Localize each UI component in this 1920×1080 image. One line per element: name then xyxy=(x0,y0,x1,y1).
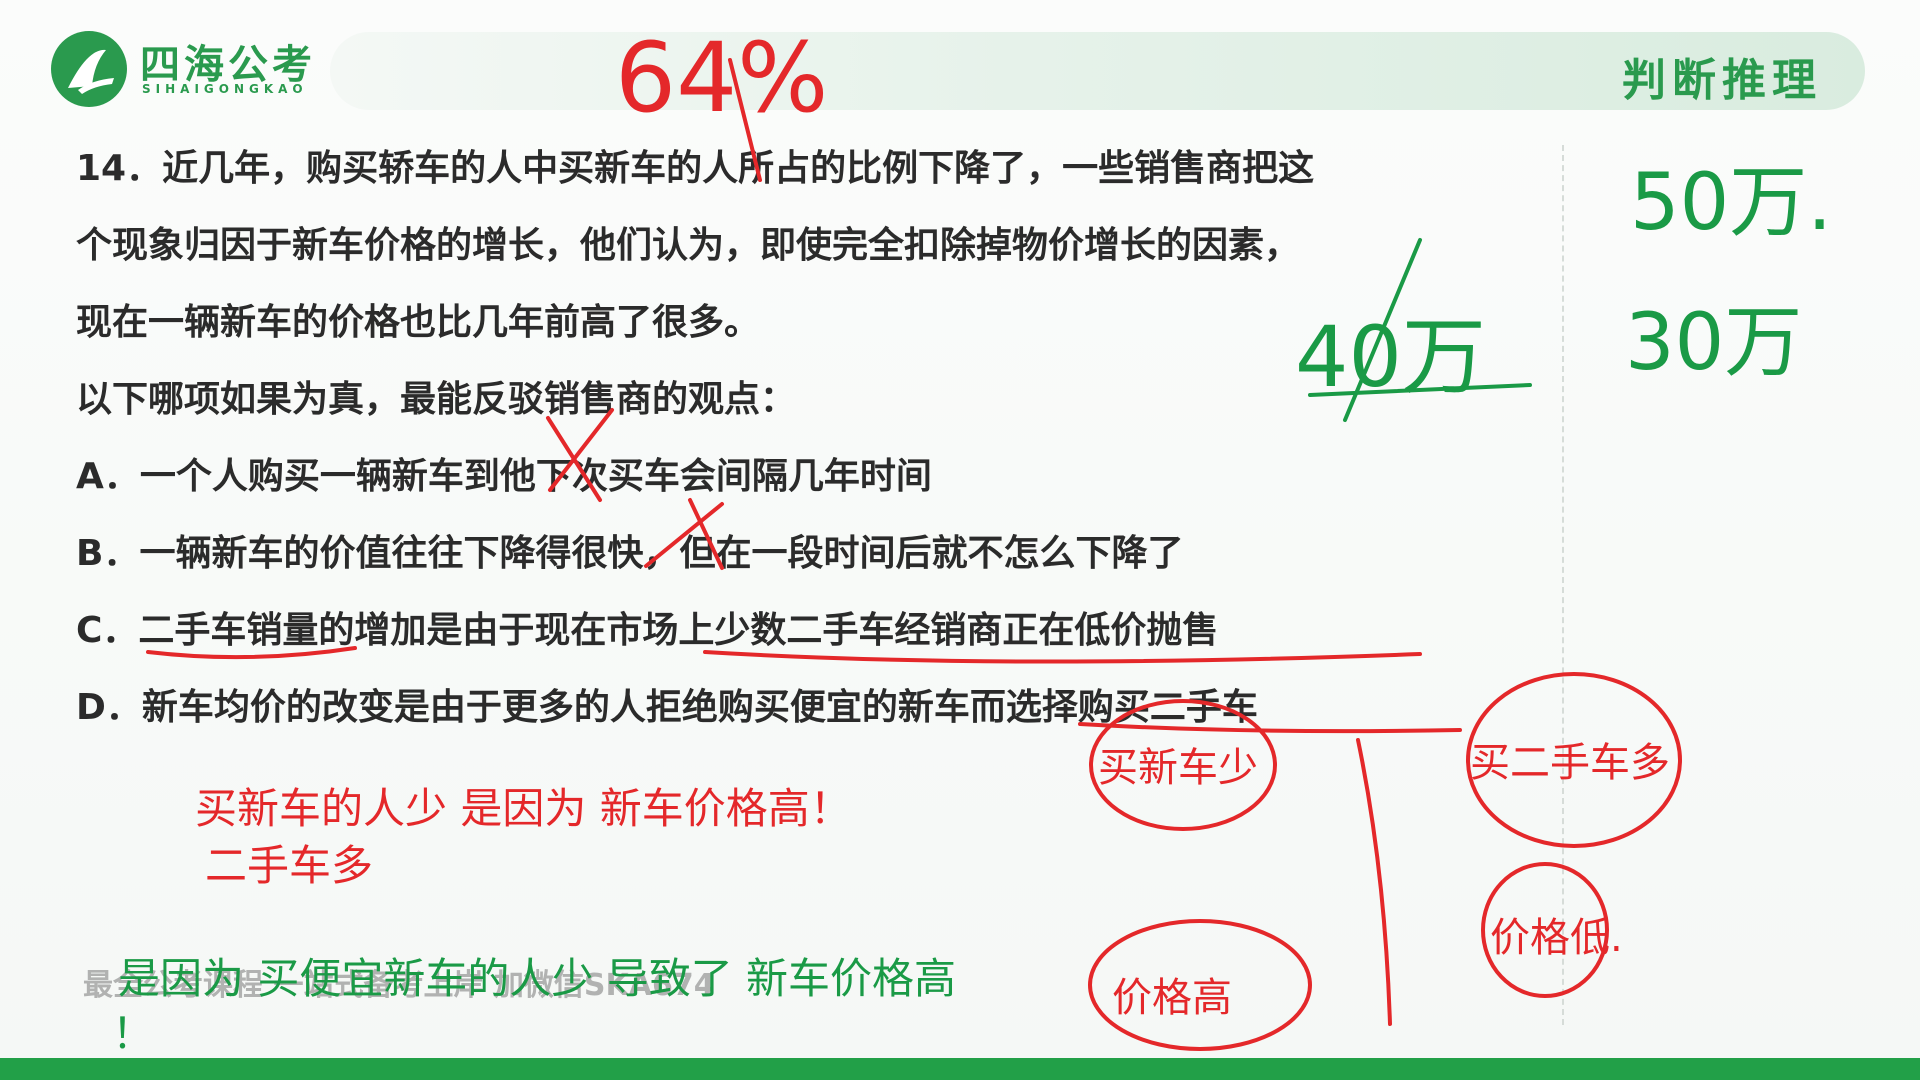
option-b: B．一辆新车的价值往往下降得很快，但在一段时间后就不怎么下降了 xyxy=(76,515,1566,592)
section-title: 判断推理 xyxy=(1622,55,1822,106)
option-a: A．一个人购买一辆新车到他下次买车会间隔几年时间 xyxy=(76,438,1566,515)
option-label: A． xyxy=(76,456,140,497)
question-block: 14．近几年，购买轿车的人中买新车的人所占的比例下降了，一些销售商把这 个现象归… xyxy=(76,130,1566,746)
question-stem-line: 个现象归因于新车价格的增长，他们认为，即使完全扣除掉物价增长的因素， xyxy=(76,225,1301,266)
note-circle-price-high: 价格高 xyxy=(1112,975,1232,1021)
note-green-mid: 40万 xyxy=(1295,308,1486,406)
note-top-percentage: 64% xyxy=(615,22,829,134)
bottom-bar xyxy=(0,1058,1920,1080)
note-green-right-2: 30万 xyxy=(1625,298,1803,388)
option-d: D．新车均价的改变是由于更多的人拒绝购买便宜的新车而选择购买二手车 xyxy=(76,669,1566,746)
option-label: D． xyxy=(76,687,142,728)
logo-subtext: SIHAIGONGKAO xyxy=(142,82,308,96)
option-text: 二手车销量的增加是由于现在市场上少数二手车经销商正在低价抛售 xyxy=(138,610,1219,651)
question-stem-line: 14．近几年，购买轿车的人中买新车的人所占的比例下降了，一些销售商把这 xyxy=(76,148,1315,189)
note-red-line-2: 二手车多 xyxy=(205,841,374,890)
slide: 四海公考 SIHAIGONGKAO 判断推理 14．近几年，购买轿车的人中买新车… xyxy=(0,0,1920,1080)
note-circle-buy-new-less: 买新车少 xyxy=(1098,745,1258,791)
note-circle-buy-used-more: 买二手车多 xyxy=(1470,740,1670,786)
note-circle-price-low: 价格低. xyxy=(1490,915,1623,961)
note-green-right-1: 50万. xyxy=(1630,158,1833,248)
option-label: B． xyxy=(76,533,140,574)
option-c: C．二手车销量的增加是由于现在市场上少数二手车经销商正在低价抛售 xyxy=(76,592,1566,669)
option-text: 一个人购买一辆新车到他下次买车会间隔几年时间 xyxy=(139,456,932,497)
note-green-bottom: 是因为 买便宜新车的人少 导致了 新车价格高 xyxy=(118,954,957,1003)
option-text: 一辆新车的价值往往下降得很快，但在一段时间后就不怎么下降了 xyxy=(139,533,1184,574)
logo: 四海公考 SIHAIGONGKAO xyxy=(48,28,338,108)
option-text: 新车均价的改变是由于更多的人拒绝购买便宜的新车而选择购买二手车 xyxy=(141,687,1258,728)
option-label: C． xyxy=(76,610,139,651)
logo-icon xyxy=(51,31,127,107)
note-red-line-1: 买新车的人少 是因为 新车价格高！ xyxy=(195,784,852,833)
note-green-bottom-excl: ！ xyxy=(112,1009,155,1058)
